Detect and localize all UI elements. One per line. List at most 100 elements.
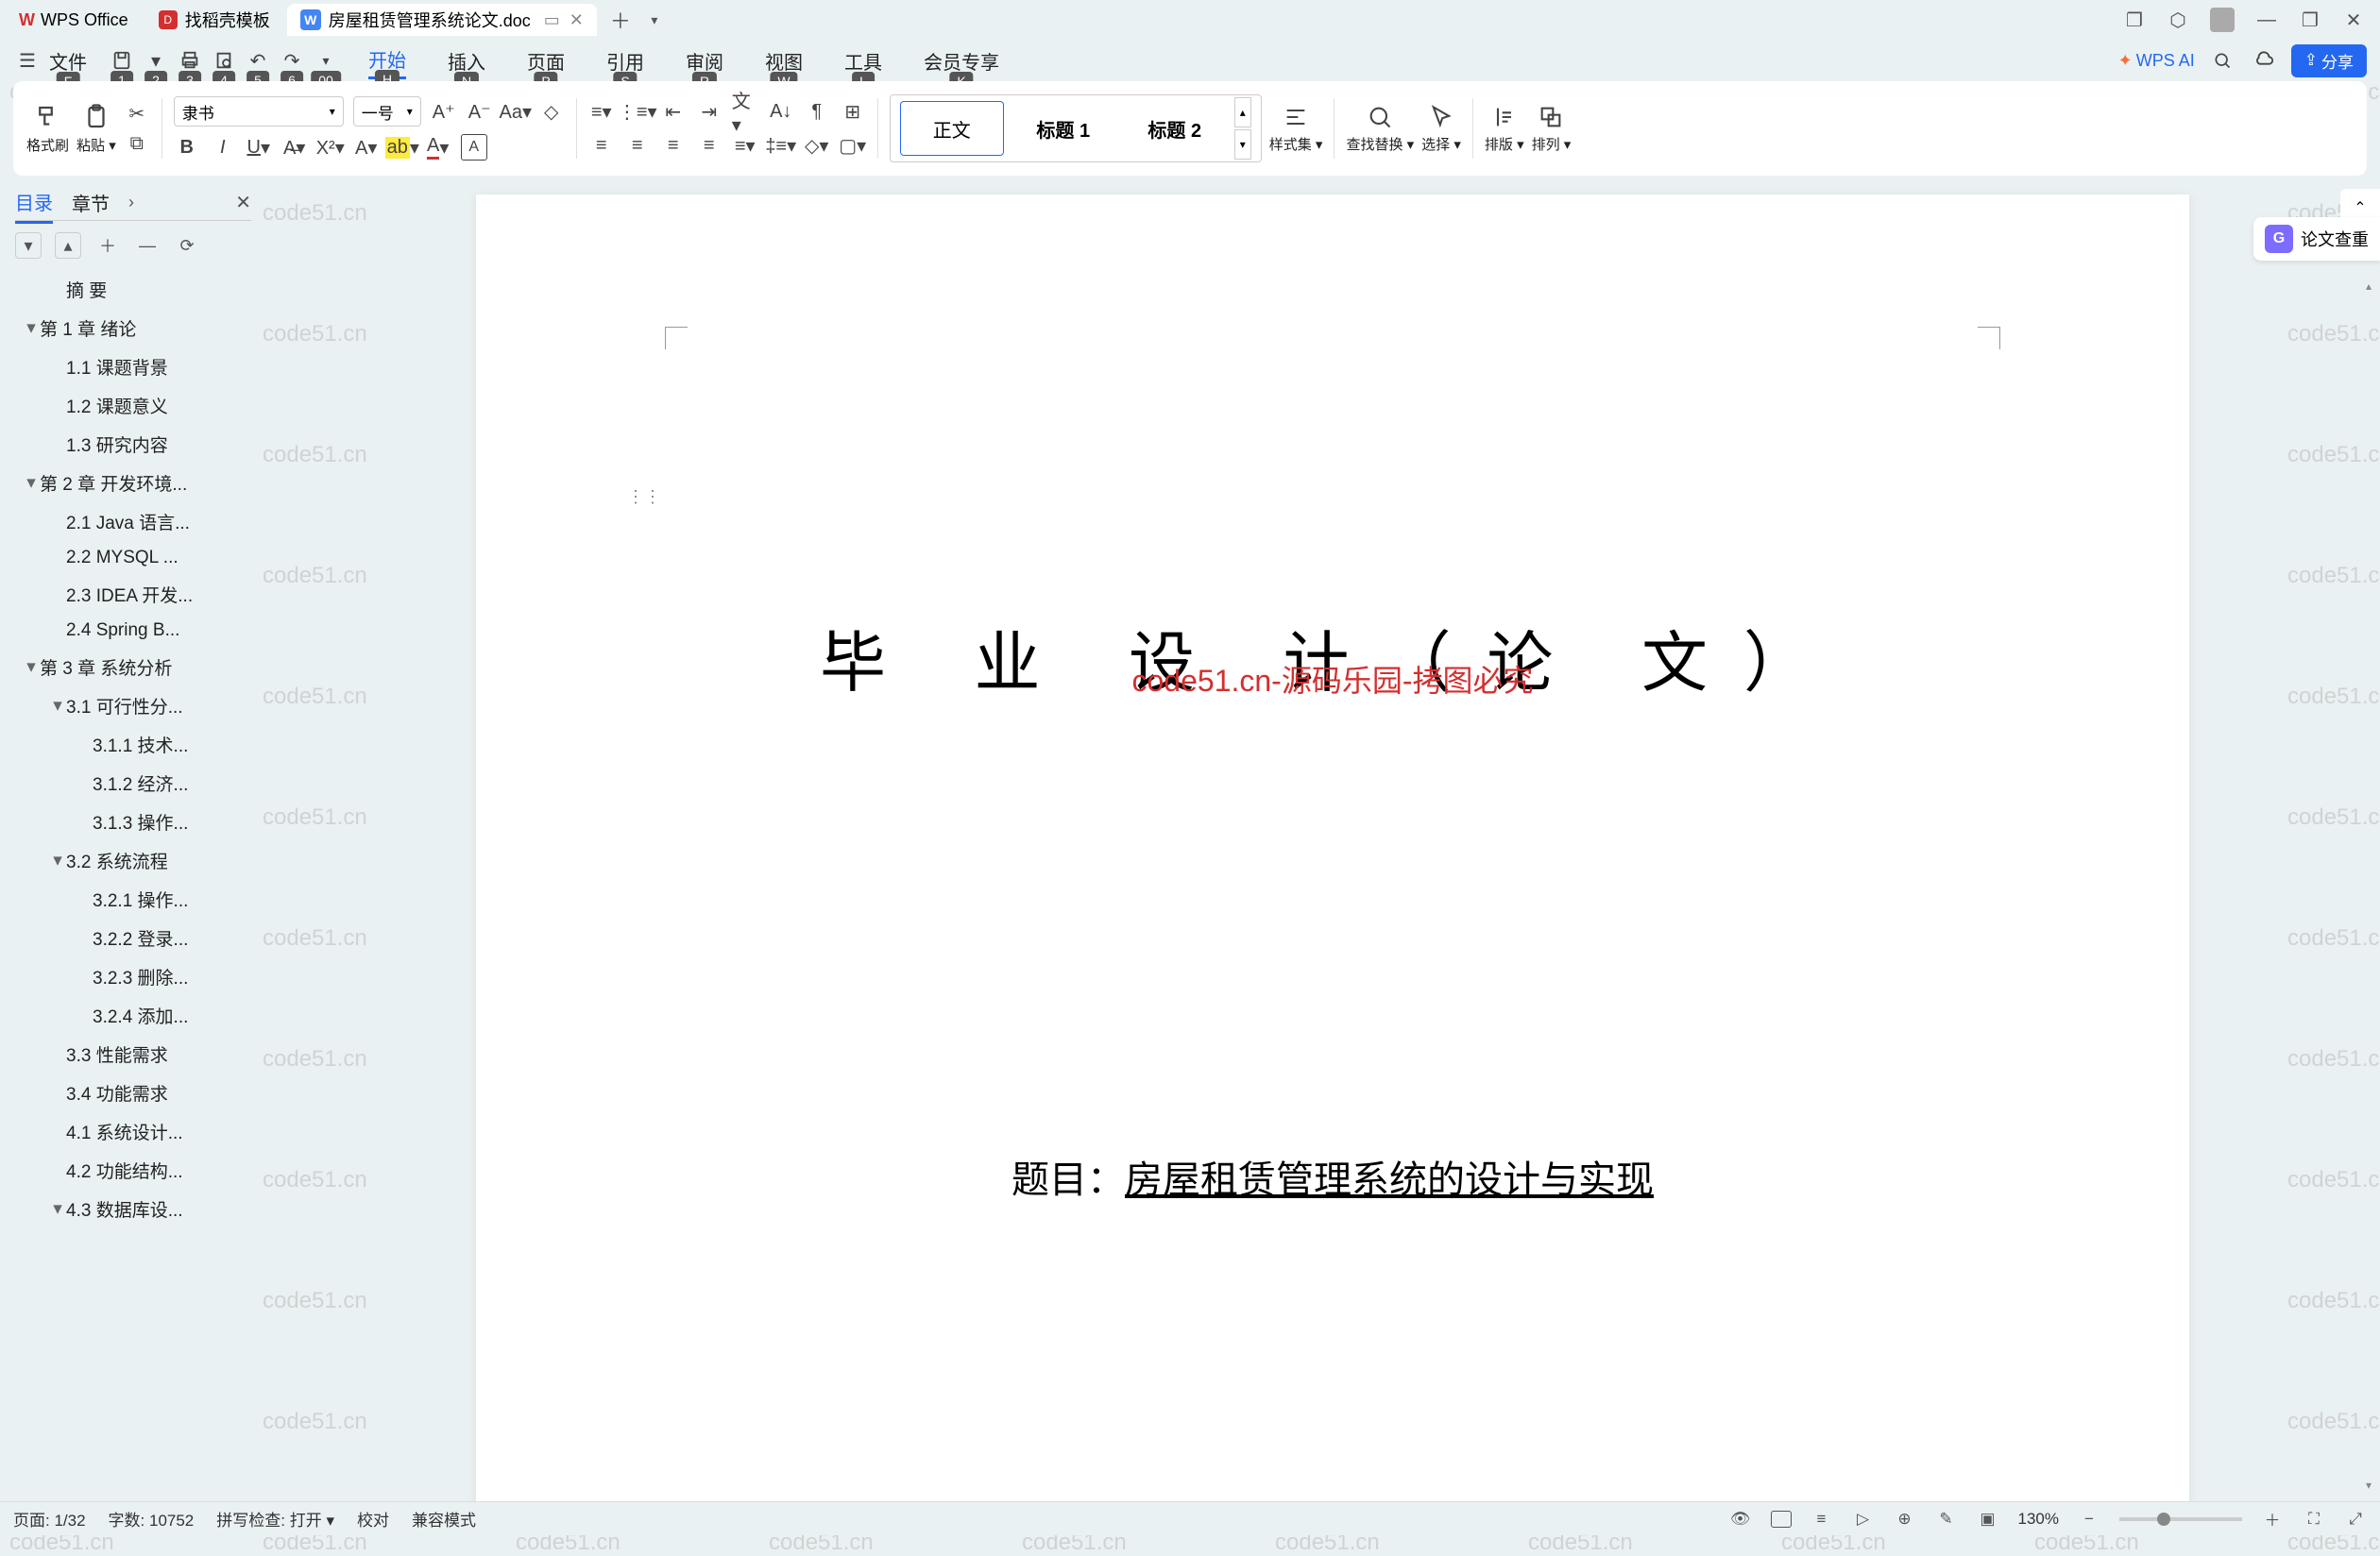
outline-add-icon[interactable]: ＋	[94, 232, 121, 259]
select-button[interactable]: 选择 ▾	[1421, 81, 1461, 176]
outline-item[interactable]: 3.2.2 登录...	[15, 919, 251, 957]
styleset-button[interactable]: 样式集 ▾	[1269, 81, 1323, 176]
underline-button[interactable]: U▾	[246, 134, 272, 161]
style-down-icon[interactable]: ▾	[1234, 129, 1251, 160]
qat-preview-icon[interactable]: 4	[210, 46, 238, 75]
tab-template[interactable]: D 找稻壳模板	[145, 4, 283, 36]
sort-button[interactable]: A↓	[768, 98, 794, 125]
outline-item[interactable]: 3.2.1 操作...	[15, 880, 251, 919]
drag-handle-icon[interactable]: ⋮⋮	[627, 487, 661, 507]
arrange-button[interactable]: 排列 ▾	[1532, 81, 1572, 176]
app-tab-wps[interactable]: W WPS Office	[6, 4, 142, 36]
paste-button[interactable]: 粘贴 ▾	[76, 81, 116, 176]
increase-font-button[interactable]: A⁺	[431, 98, 457, 125]
vertical-scrollbar[interactable]: ▴ ▾	[2361, 279, 2376, 1492]
avatar-icon[interactable]	[2210, 8, 2235, 32]
font-size-select[interactable]: 一号▾	[353, 96, 421, 127]
outline-item[interactable]: 2.1 Java 语言...	[15, 502, 251, 541]
align-right-button[interactable]: ≡	[660, 132, 687, 159]
outline-tab-toc[interactable]: 目录	[15, 182, 53, 224]
align-left-button[interactable]: ≡	[588, 132, 615, 159]
tab-document[interactable]: W 房屋租赁管理系统论文.doc ▭ ✕	[287, 4, 597, 36]
outline-item[interactable]: 3.1.1 技术...	[15, 725, 251, 764]
menu-reference[interactable]: 引用S	[606, 43, 644, 78]
outline-item[interactable]: 3.2.3 删除...	[15, 957, 251, 996]
outline-item[interactable]: 4.2 功能结构...	[15, 1151, 251, 1190]
outline-item[interactable]: 1.3 研究内容	[15, 425, 251, 464]
bold-button[interactable]: B	[174, 134, 200, 161]
status-proofread[interactable]: 校对	[357, 1507, 389, 1531]
outline-item[interactable]: 摘 要	[15, 270, 251, 309]
style-heading2[interactable]: 标题 2	[1123, 101, 1227, 156]
outline-item[interactable]: 1.2 课题意义	[15, 386, 251, 425]
status-compat[interactable]: 兼容模式	[412, 1507, 476, 1531]
zoom-value[interactable]: 130%	[2018, 1510, 2059, 1529]
outline-item[interactable]: 1.1 课题背景	[15, 347, 251, 386]
chevron-down-icon[interactable]: ▾	[49, 695, 66, 717]
qat-print-icon[interactable]: 3	[176, 46, 204, 75]
border-button[interactable]: ▢▾	[840, 132, 866, 159]
page-view-icon[interactable]	[1771, 1511, 1792, 1528]
window-copy-icon[interactable]: ❐	[2123, 8, 2146, 31]
minimize-button[interactable]: —	[2255, 8, 2278, 31]
find-replace-button[interactable]: 查找替换 ▾	[1346, 81, 1414, 176]
menu-review[interactable]: 审阅R	[686, 43, 723, 78]
fullscreen-icon[interactable]: ⤢	[2344, 1508, 2367, 1531]
web-view-icon[interactable]: ⊕	[1894, 1508, 1916, 1531]
font-color-button[interactable]: A▾	[425, 134, 451, 161]
outline-item[interactable]: 3.1.3 操作...	[15, 803, 251, 841]
italic-button[interactable]: I	[210, 134, 236, 161]
chevron-down-icon[interactable]: ▾	[23, 656, 40, 678]
zoom-slider[interactable]	[2119, 1517, 2242, 1521]
outline-item[interactable]: 3.4 功能需求	[15, 1074, 251, 1112]
outline-item[interactable]: ▾第 1 章 绪论	[15, 309, 251, 347]
menu-view[interactable]: 视图W	[765, 43, 803, 78]
outline-close-icon[interactable]: ✕	[235, 191, 251, 214]
menu-file[interactable]: 文件F	[49, 43, 87, 78]
wps-ai-button[interactable]: ✦WPS AI	[2118, 51, 2195, 71]
scroll-down-icon[interactable]: ▾	[2361, 1479, 2376, 1492]
superscript-button[interactable]: X²▾	[317, 134, 344, 161]
chevron-down-icon[interactable]: ▾	[49, 850, 66, 871]
cut-button[interactable]: ✂	[124, 100, 150, 127]
qat-save-icon[interactable]: 1	[108, 46, 136, 75]
outline-item[interactable]: 2.2 MYSQL ...	[15, 541, 251, 575]
style-normal[interactable]: 正文	[900, 101, 1004, 156]
align-distribute-button[interactable]: ≡▾	[732, 132, 758, 159]
clear-format-button[interactable]: ◇	[538, 98, 565, 125]
outline-expand-down-icon[interactable]: ▾	[15, 232, 42, 259]
outline-collapse-up-icon[interactable]: ▴	[55, 232, 81, 259]
eye-icon[interactable]: 👁	[1729, 1508, 1752, 1531]
text-direction-button[interactable]: 文▾	[732, 98, 758, 125]
outline-view-icon[interactable]: ≡	[1810, 1508, 1833, 1531]
outline-item[interactable]: 3.2.4 添加...	[15, 996, 251, 1035]
style-heading1[interactable]: 标题 1	[1012, 101, 1115, 156]
tab-menu-button[interactable]: ▾	[640, 6, 669, 34]
close-button[interactable]: ✕	[2342, 8, 2365, 31]
outline-item[interactable]: ▾3.1 可行性分...	[15, 686, 251, 725]
status-spellcheck[interactable]: 拼写检查: 打开 ▾	[216, 1507, 334, 1531]
format-painter-button[interactable]: 格式刷	[26, 81, 69, 176]
status-page[interactable]: 页面: 1/32	[13, 1507, 86, 1531]
outline-item[interactable]: ▾3.2 系统流程	[15, 841, 251, 880]
maximize-button[interactable]: ❐	[2299, 8, 2321, 31]
outline-tab-chapter[interactable]: 章节	[72, 183, 110, 222]
outline-remove-icon[interactable]: —	[134, 232, 161, 259]
read-view-icon[interactable]: ▷	[1852, 1508, 1875, 1531]
document-viewport[interactable]: ⋮⋮ 毕 业 设 计（论 文） 题目：房屋租赁管理系统的设计与实现 code51…	[259, 176, 2380, 1501]
outline-item[interactable]: 2.3 IDEA 开发...	[15, 575, 251, 614]
layout-button[interactable]: 排版 ▾	[1485, 81, 1524, 176]
char-shade-button[interactable]: A	[461, 134, 487, 161]
style-gallery[interactable]: 正文 标题 1 标题 2 ▴ ▾	[890, 94, 1262, 162]
qat-saveas-icon[interactable]: ▾2	[142, 46, 170, 75]
menu-insert[interactable]: 插入N	[448, 43, 485, 78]
hamburger-icon[interactable]: ☰	[13, 46, 42, 75]
line-spacing-button[interactable]: ‡≡▾	[768, 132, 794, 159]
show-marks-button[interactable]: ¶	[804, 98, 830, 125]
text-effect-button[interactable]: A▾	[353, 134, 380, 161]
cloud-icon[interactable]	[2250, 46, 2278, 75]
zoom-out-button[interactable]: −	[2078, 1508, 2100, 1531]
bullets-button[interactable]: ≡▾	[588, 98, 615, 125]
strikethrough-button[interactable]: A̶▾	[281, 134, 308, 161]
qat-more-icon[interactable]: ▾00	[312, 46, 340, 75]
